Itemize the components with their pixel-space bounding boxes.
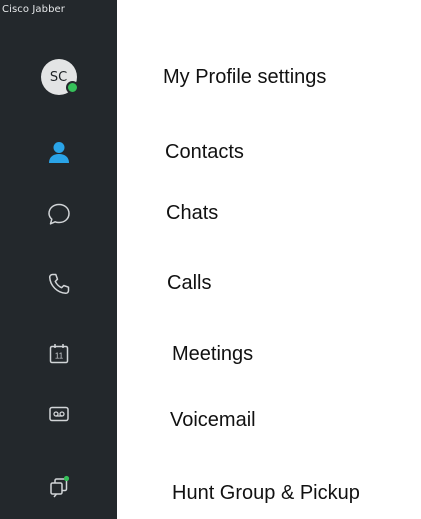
hunt-group-icon (46, 475, 72, 501)
avatar[interactable]: SC (40, 59, 79, 95)
voicemail-icon (46, 401, 72, 427)
chats-label: Chats (166, 202, 219, 224)
sidebar-item-chats[interactable] (0, 184, 117, 244)
sidebar-item-profile[interactable]: SC (0, 47, 117, 107)
chat-bubble-icon (46, 201, 72, 227)
app-title: Cisco Jabber (2, 4, 66, 15)
meetings-label: Meetings (172, 343, 254, 365)
sidebar-item-voicemail[interactable] (0, 384, 117, 444)
navigation-sidebar: Cisco Jabber SC 11 (0, 0, 117, 519)
sidebar-item-calls[interactable] (0, 254, 117, 314)
contacts-icon (46, 139, 72, 165)
calls-label: Calls (167, 272, 212, 294)
phone-icon (46, 271, 72, 297)
contacts-label: Contacts (165, 141, 244, 163)
voicemail-label: Voicemail (170, 409, 256, 431)
calendar-icon: 11 (46, 341, 72, 367)
sidebar-item-contacts[interactable] (0, 122, 117, 182)
sidebar-item-meetings[interactable]: 11 (0, 324, 117, 384)
hunt-group-label: Hunt Group & Pickup (172, 482, 360, 504)
sidebar-item-hunt-group[interactable] (0, 458, 117, 518)
avatar-initials: SC (49, 69, 68, 85)
profile-settings-label: My Profile settings (163, 66, 327, 88)
calendar-day-number: 11 (54, 352, 63, 361)
presence-status-dot (65, 81, 79, 94)
